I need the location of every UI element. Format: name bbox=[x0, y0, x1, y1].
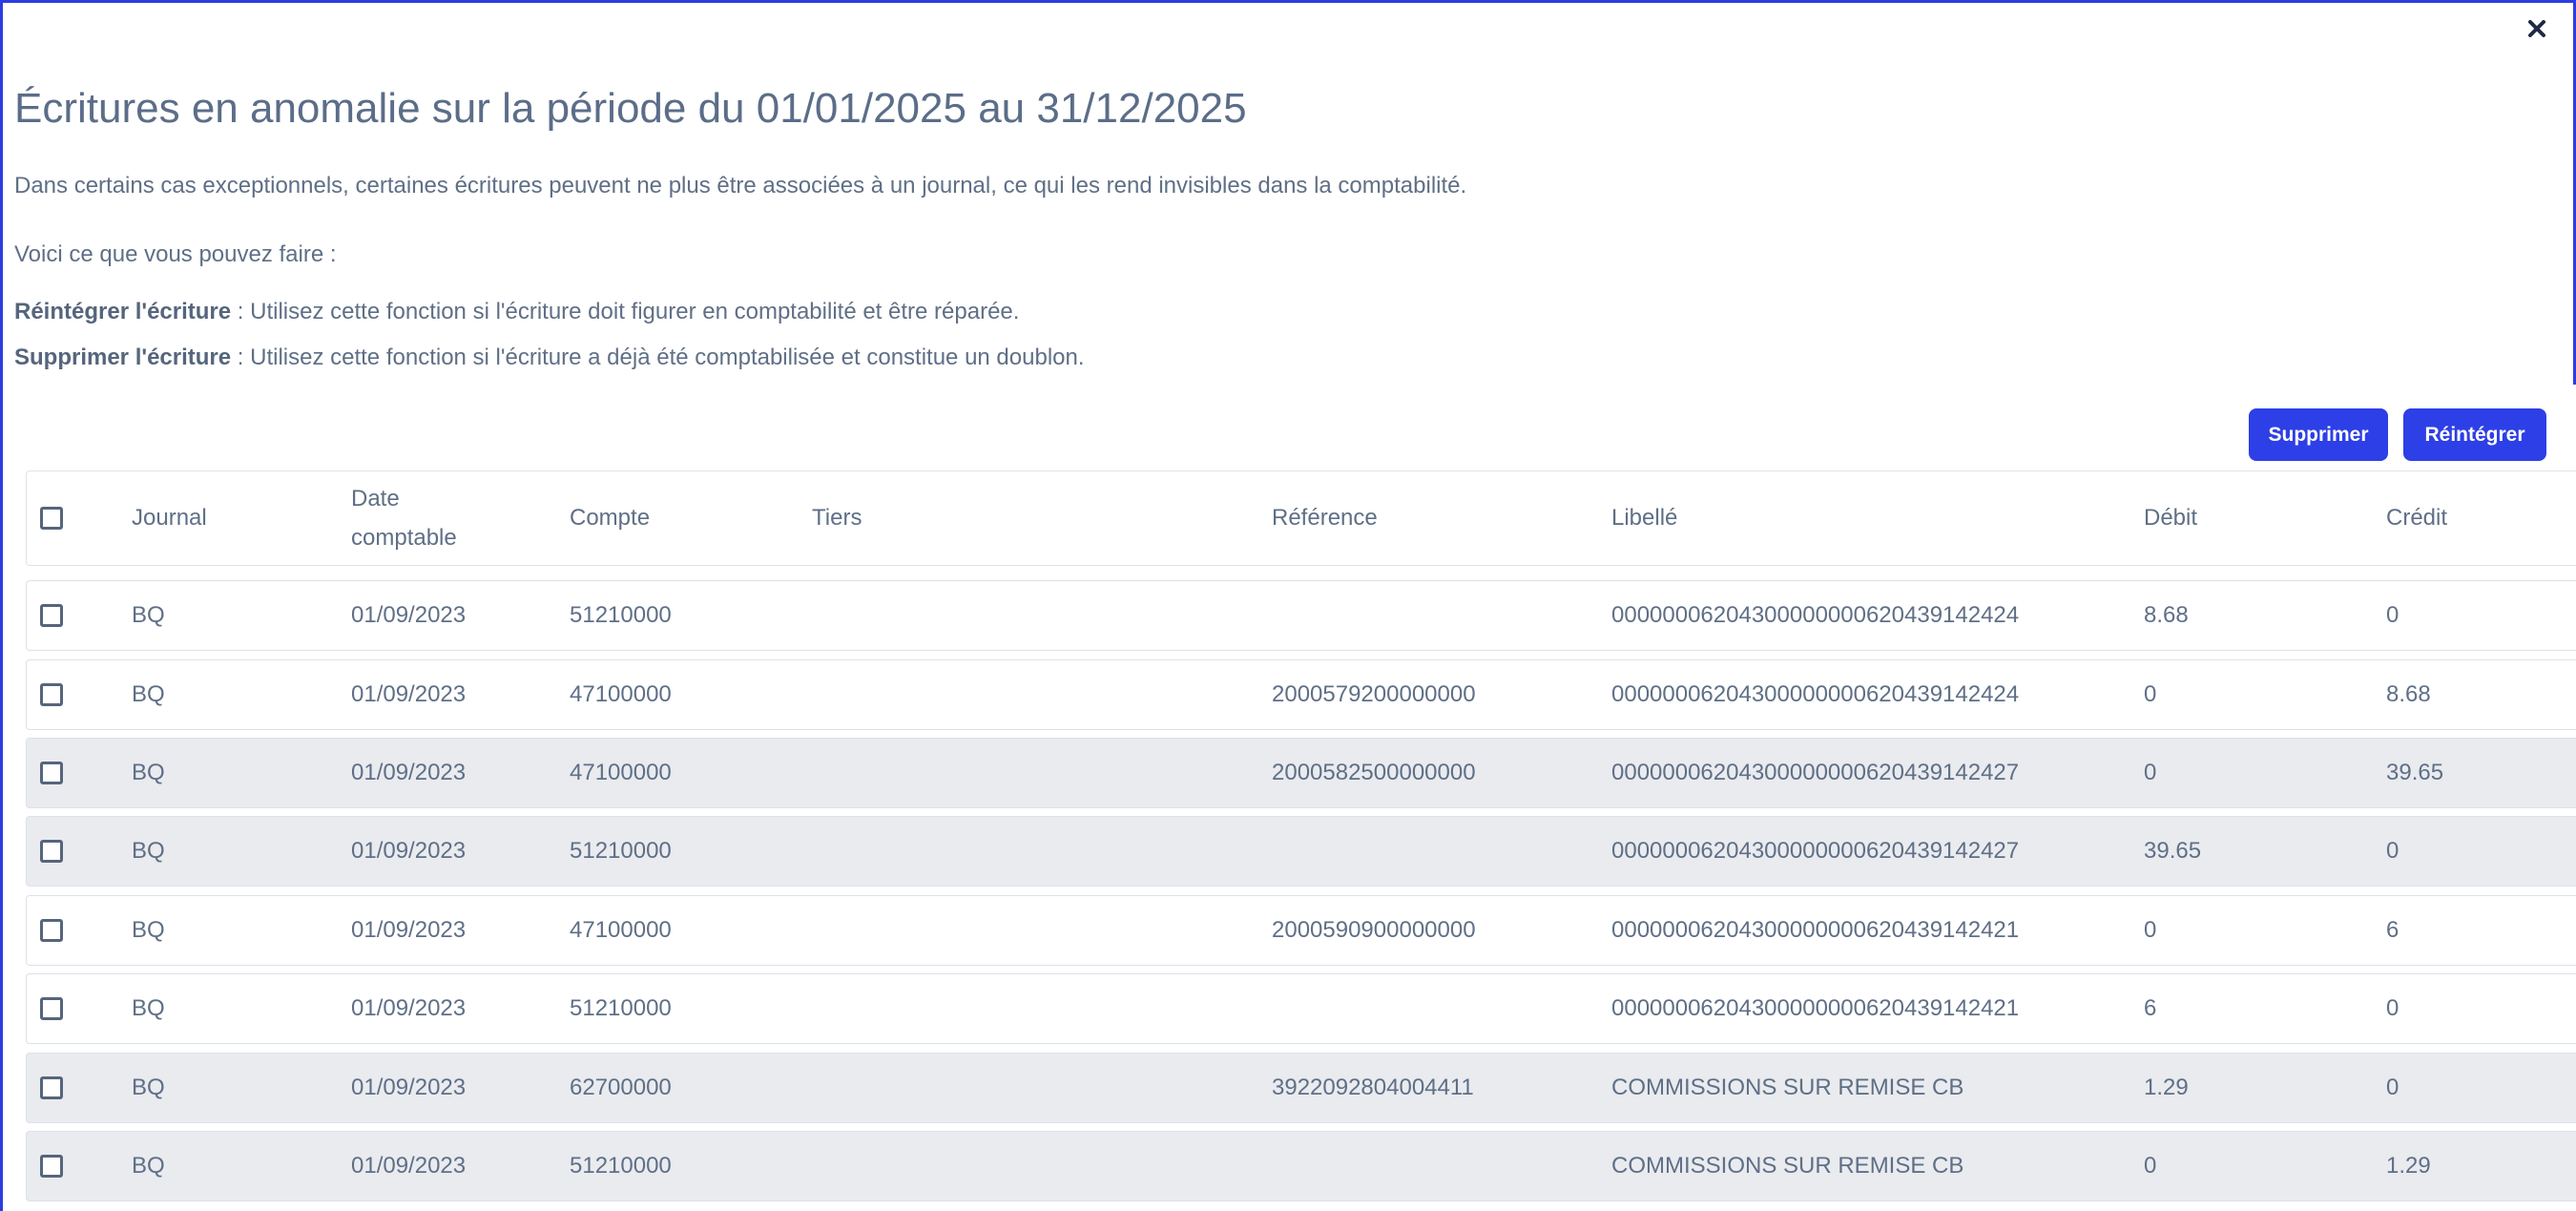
cell-compte: 51210000 bbox=[570, 995, 672, 1021]
cell-compte: 47100000 bbox=[570, 681, 672, 707]
cell-debit: 0 bbox=[2144, 681, 2157, 707]
cell-date: 01/09/2023 bbox=[351, 602, 467, 628]
cell-libelle: COMMISSIONS SUR REMISE CB bbox=[1611, 1153, 1964, 1179]
cell-compte: 51210000 bbox=[570, 838, 672, 864]
cell-credit: 0 bbox=[2386, 995, 2399, 1021]
cell-credit: 0 bbox=[2386, 1075, 2399, 1100]
delete-term: Supprimer l'écriture bbox=[14, 345, 232, 370]
cell-journal: BQ bbox=[132, 838, 165, 864]
cell-journal: BQ bbox=[132, 995, 165, 1021]
cell-libelle: COMMISSIONS SUR REMISE CB bbox=[1611, 1075, 1964, 1100]
header-tiers[interactable]: Tiers bbox=[812, 471, 862, 565]
cell-reference: 2000579200000000 bbox=[1272, 681, 1476, 707]
cell-debit: 39.65 bbox=[2144, 838, 2202, 864]
row-checkbox[interactable] bbox=[40, 683, 63, 706]
cell-credit: 0 bbox=[2386, 602, 2399, 628]
cell-compte: 51210000 bbox=[570, 602, 672, 628]
row-checkbox[interactable] bbox=[40, 919, 63, 942]
table-row[interactable]: BQ 01/09/2023 51210000 00000006204300000000… bbox=[26, 580, 2576, 651]
cell-date: 01/09/2023 bbox=[351, 1075, 467, 1100]
cell-credit: 1.29 bbox=[2386, 1153, 2431, 1179]
table-row[interactable]: BQ 01/09/2023 51210000 00000006204300000000… bbox=[26, 816, 2576, 887]
cell-journal: BQ bbox=[132, 602, 165, 628]
cell-debit: 0 bbox=[2144, 1153, 2157, 1179]
cell-date: 01/09/2023 bbox=[351, 760, 467, 785]
cell-reference: 2000582500000000 bbox=[1272, 760, 1476, 785]
cell-credit: 39.65 bbox=[2386, 760, 2444, 785]
cell-libelle: 00000006204300000000620439142424 bbox=[1611, 681, 2020, 707]
row-checkbox[interactable] bbox=[40, 840, 63, 863]
cell-libelle: 00000006204300000000620439142427 bbox=[1611, 760, 2020, 785]
cell-reference: 2000590900000000 bbox=[1272, 917, 1476, 943]
row-checkbox[interactable] bbox=[40, 604, 63, 627]
cell-date: 01/09/2023 bbox=[351, 838, 467, 864]
select-all-checkbox[interactable] bbox=[40, 507, 63, 530]
cell-debit: 6 bbox=[2144, 995, 2157, 1021]
table-row[interactable]: BQ 01/09/2023 47100000 2000590900000000 0000… bbox=[26, 895, 2576, 966]
options-lead-text: Voici ce que vous pouvez faire : bbox=[14, 241, 337, 267]
cell-date: 01/09/2023 bbox=[351, 995, 467, 1021]
row-checkbox[interactable] bbox=[40, 1155, 63, 1178]
cell-compte: 51210000 bbox=[570, 1153, 672, 1179]
cell-debit: 0 bbox=[2144, 917, 2157, 943]
modal-title: Écritures en anomalie sur la période du … bbox=[14, 85, 1247, 132]
reintegrate-button[interactable]: Réintégrer bbox=[2403, 408, 2546, 461]
cell-journal: BQ bbox=[132, 1075, 165, 1100]
cell-libelle: 00000006204300000000620439142427 bbox=[1611, 838, 2020, 864]
table-row[interactable]: BQ 01/09/2023 62700000 3922092804004411 COMM… bbox=[26, 1053, 2576, 1123]
cell-date: 01/09/2023 bbox=[351, 681, 467, 707]
row-checkbox[interactable] bbox=[40, 1076, 63, 1099]
cell-compte: 47100000 bbox=[570, 760, 672, 785]
cell-credit: 0 bbox=[2386, 838, 2399, 864]
header-reference[interactable]: Référence bbox=[1272, 471, 1378, 565]
cell-journal: BQ bbox=[132, 1153, 165, 1179]
cell-journal: BQ bbox=[132, 760, 165, 785]
table-row[interactable]: BQ 01/09/2023 47100000 2000582500000000 0000… bbox=[26, 738, 2576, 808]
cell-credit: 8.68 bbox=[2386, 681, 2431, 707]
cell-libelle: 00000006204300000000620439142421 bbox=[1611, 995, 2020, 1021]
cell-credit: 6 bbox=[2386, 917, 2399, 943]
row-checkbox[interactable] bbox=[40, 997, 63, 1020]
delete-description: : Utilisez cette fonction si l'écriture … bbox=[231, 345, 1085, 370]
cell-compte: 47100000 bbox=[570, 917, 672, 943]
table-row[interactable]: BQ 01/09/2023 51210000 COMMISSIONS SUR REMI… bbox=[26, 1131, 2576, 1201]
cell-libelle: 00000006204300000000620439142421 bbox=[1611, 917, 2020, 943]
intro-text: Dans certains cas exceptionnels, certain… bbox=[14, 173, 1467, 198]
cell-journal: BQ bbox=[132, 681, 165, 707]
header-debit[interactable]: Débit bbox=[2144, 471, 2197, 565]
reintegrate-description: : Utilisez cette fonction si l'écriture … bbox=[231, 299, 1020, 324]
header-credit[interactable]: Crédit bbox=[2386, 471, 2447, 565]
anomalies-modal: Écritures en anomalie sur la période du … bbox=[0, 0, 2576, 1211]
cell-date: 01/09/2023 bbox=[351, 1153, 467, 1179]
table-header: Journal Date comptable Compte Tiers Réfé… bbox=[26, 470, 2576, 566]
cell-libelle: 00000006204300000000620439142424 bbox=[1611, 602, 2020, 628]
delete-explanation: Supprimer l'écriture : Utilisez cette fo… bbox=[14, 345, 1085, 371]
cell-compte: 62700000 bbox=[570, 1075, 672, 1100]
table-row[interactable]: BQ 01/09/2023 47100000 2000579200000000 0000… bbox=[26, 659, 2576, 730]
cell-debit: 8.68 bbox=[2144, 602, 2189, 628]
delete-button[interactable]: Supprimer bbox=[2249, 408, 2388, 461]
close-icon bbox=[2528, 20, 2545, 37]
header-libelle[interactable]: Libellé bbox=[1611, 471, 1677, 565]
table-row[interactable]: BQ 01/09/2023 51210000 00000006204300000000… bbox=[26, 973, 2576, 1044]
cell-journal: BQ bbox=[132, 917, 165, 943]
cell-reference: 3922092804004411 bbox=[1272, 1075, 1474, 1100]
close-button[interactable] bbox=[2523, 14, 2551, 43]
cell-debit: 0 bbox=[2144, 760, 2157, 785]
cell-debit: 1.29 bbox=[2144, 1075, 2189, 1100]
cell-date: 01/09/2023 bbox=[351, 917, 467, 943]
header-date-comptable[interactable]: Date comptable bbox=[351, 471, 485, 565]
reintegrate-term: Réintégrer l'écriture bbox=[14, 299, 232, 324]
row-checkbox[interactable] bbox=[40, 762, 63, 784]
header-journal[interactable]: Journal bbox=[132, 471, 207, 565]
header-compte[interactable]: Compte bbox=[570, 471, 650, 565]
reintegrate-explanation: Réintégrer l'écriture : Utilisez cette f… bbox=[14, 299, 1019, 325]
